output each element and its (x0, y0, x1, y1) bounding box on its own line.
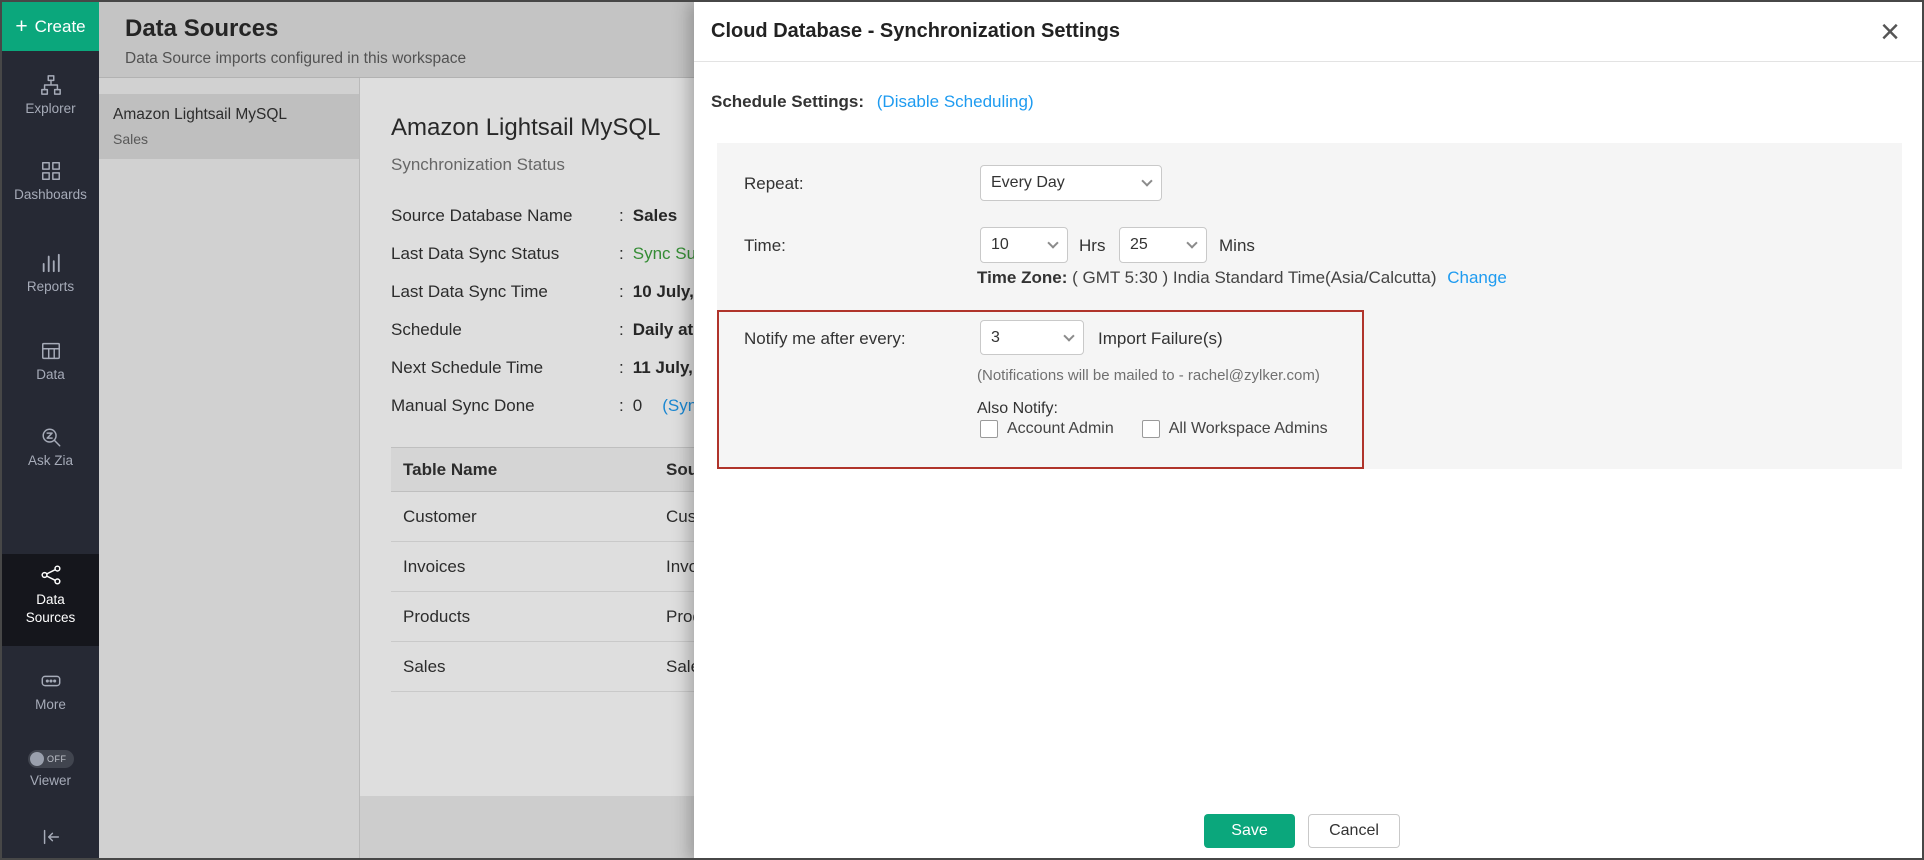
sidebar-item-reports[interactable]: Reports (2, 252, 99, 294)
sidebar-item-more[interactable]: More (2, 670, 99, 712)
plus-icon: + (15, 16, 27, 37)
repeat-select[interactable]: Every Day (980, 165, 1162, 201)
app-window: + Create Explorer Dashboards (0, 0, 1924, 860)
chevron-down-icon (1141, 175, 1152, 186)
ask-zia-icon (40, 426, 62, 448)
reports-icon (40, 252, 62, 274)
schedule-settings-panel: Repeat: Every Day Time: 10 Hrs 25 Mins T… (717, 143, 1902, 469)
failure-count-value: 3 (991, 329, 1000, 347)
schedule-settings-label: Schedule Settings: (711, 92, 864, 111)
collapse-sidebar-button[interactable] (2, 826, 99, 848)
notify-label: Notify me after every: (744, 329, 906, 349)
minutes-select-value: 25 (1130, 236, 1148, 254)
sidebar-item-label: Ask Zia (28, 453, 73, 468)
collapse-sidebar-icon (40, 826, 62, 848)
save-button[interactable]: Save (1204, 814, 1295, 848)
repeat-label: Repeat: (744, 174, 804, 194)
sidebar-item-label: Data (36, 367, 65, 382)
sidebar-item-data-sources[interactable]: Data Sources (2, 554, 99, 646)
minutes-select[interactable]: 25 (1119, 227, 1207, 263)
account-admin-label: Account Admin (1007, 420, 1114, 438)
sidebar-item-ask-zia[interactable]: Ask Zia (2, 426, 99, 468)
timezone-value: ( GMT 5:30 ) India Standard Time(Asia/Ca… (1072, 268, 1436, 287)
sidebar: + Create Explorer Dashboards (2, 2, 99, 858)
also-notify-options: Account Admin All Workspace Admins (980, 420, 1328, 438)
cancel-button[interactable]: Cancel (1308, 814, 1400, 848)
close-icon[interactable]: × (1880, 15, 1900, 49)
hours-select-value: 10 (991, 236, 1009, 254)
sidebar-item-dashboards[interactable]: Dashboards (2, 160, 99, 202)
data-sources-icon (40, 564, 62, 586)
hrs-unit-label: Hrs (1079, 236, 1105, 256)
sidebar-item-label: Dashboards (14, 187, 87, 202)
schedule-settings-line: Schedule Settings: (Disable Scheduling) (711, 92, 1034, 112)
create-button[interactable]: + Create (2, 2, 99, 51)
chevron-down-icon (1186, 237, 1197, 248)
failure-count-select[interactable]: 3 (980, 320, 1084, 355)
sync-settings-modal: Cloud Database - Synchronization Setting… (694, 2, 1924, 860)
chevron-down-icon (1063, 330, 1074, 341)
chevron-down-icon (1047, 237, 1058, 248)
modal-title: Cloud Database - Synchronization Setting… (711, 20, 1120, 43)
viewer-toggle[interactable]: OFF (28, 750, 74, 768)
explorer-icon (40, 74, 62, 96)
notification-email-note: (Notifications will be mailed to - rache… (977, 367, 1320, 384)
disable-scheduling-link[interactable]: (Disable Scheduling) (877, 92, 1034, 111)
sidebar-item-viewer[interactable]: OFF Viewer (2, 750, 99, 788)
time-label: Time: (744, 236, 786, 256)
account-admin-checkbox[interactable] (980, 420, 998, 438)
also-notify-label: Also Notify: (977, 400, 1058, 418)
dashboards-icon (40, 160, 62, 182)
create-button-label: Create (35, 17, 86, 37)
timezone-change-link[interactable]: Change (1447, 268, 1507, 287)
workspace-admins-label: All Workspace Admins (1169, 420, 1328, 438)
import-failures-label: Import Failure(s) (1098, 329, 1223, 349)
sidebar-item-label: Explorer (25, 101, 75, 116)
sidebar-item-explorer[interactable]: Explorer (2, 74, 99, 116)
sidebar-item-label: Reports (27, 279, 74, 294)
modal-header: Cloud Database - Synchronization Setting… (694, 2, 1924, 62)
sidebar-item-label: Data Sources (19, 591, 83, 627)
sidebar-item-label: Viewer (30, 773, 71, 788)
timezone-label: Time Zone: (977, 268, 1067, 287)
repeat-select-value: Every Day (991, 174, 1065, 192)
timezone-line: Time Zone: ( GMT 5:30 ) India Standard T… (977, 268, 1507, 288)
viewer-toggle-state: OFF (47, 754, 67, 764)
toggle-knob (30, 752, 44, 766)
workspace-admins-checkbox[interactable] (1142, 420, 1160, 438)
hours-select[interactable]: 10 (980, 227, 1068, 263)
mins-unit-label: Mins (1219, 236, 1255, 256)
data-table-icon (40, 340, 62, 362)
sidebar-item-data[interactable]: Data (2, 340, 99, 382)
sidebar-item-label: More (35, 697, 66, 712)
more-icon (40, 670, 62, 692)
